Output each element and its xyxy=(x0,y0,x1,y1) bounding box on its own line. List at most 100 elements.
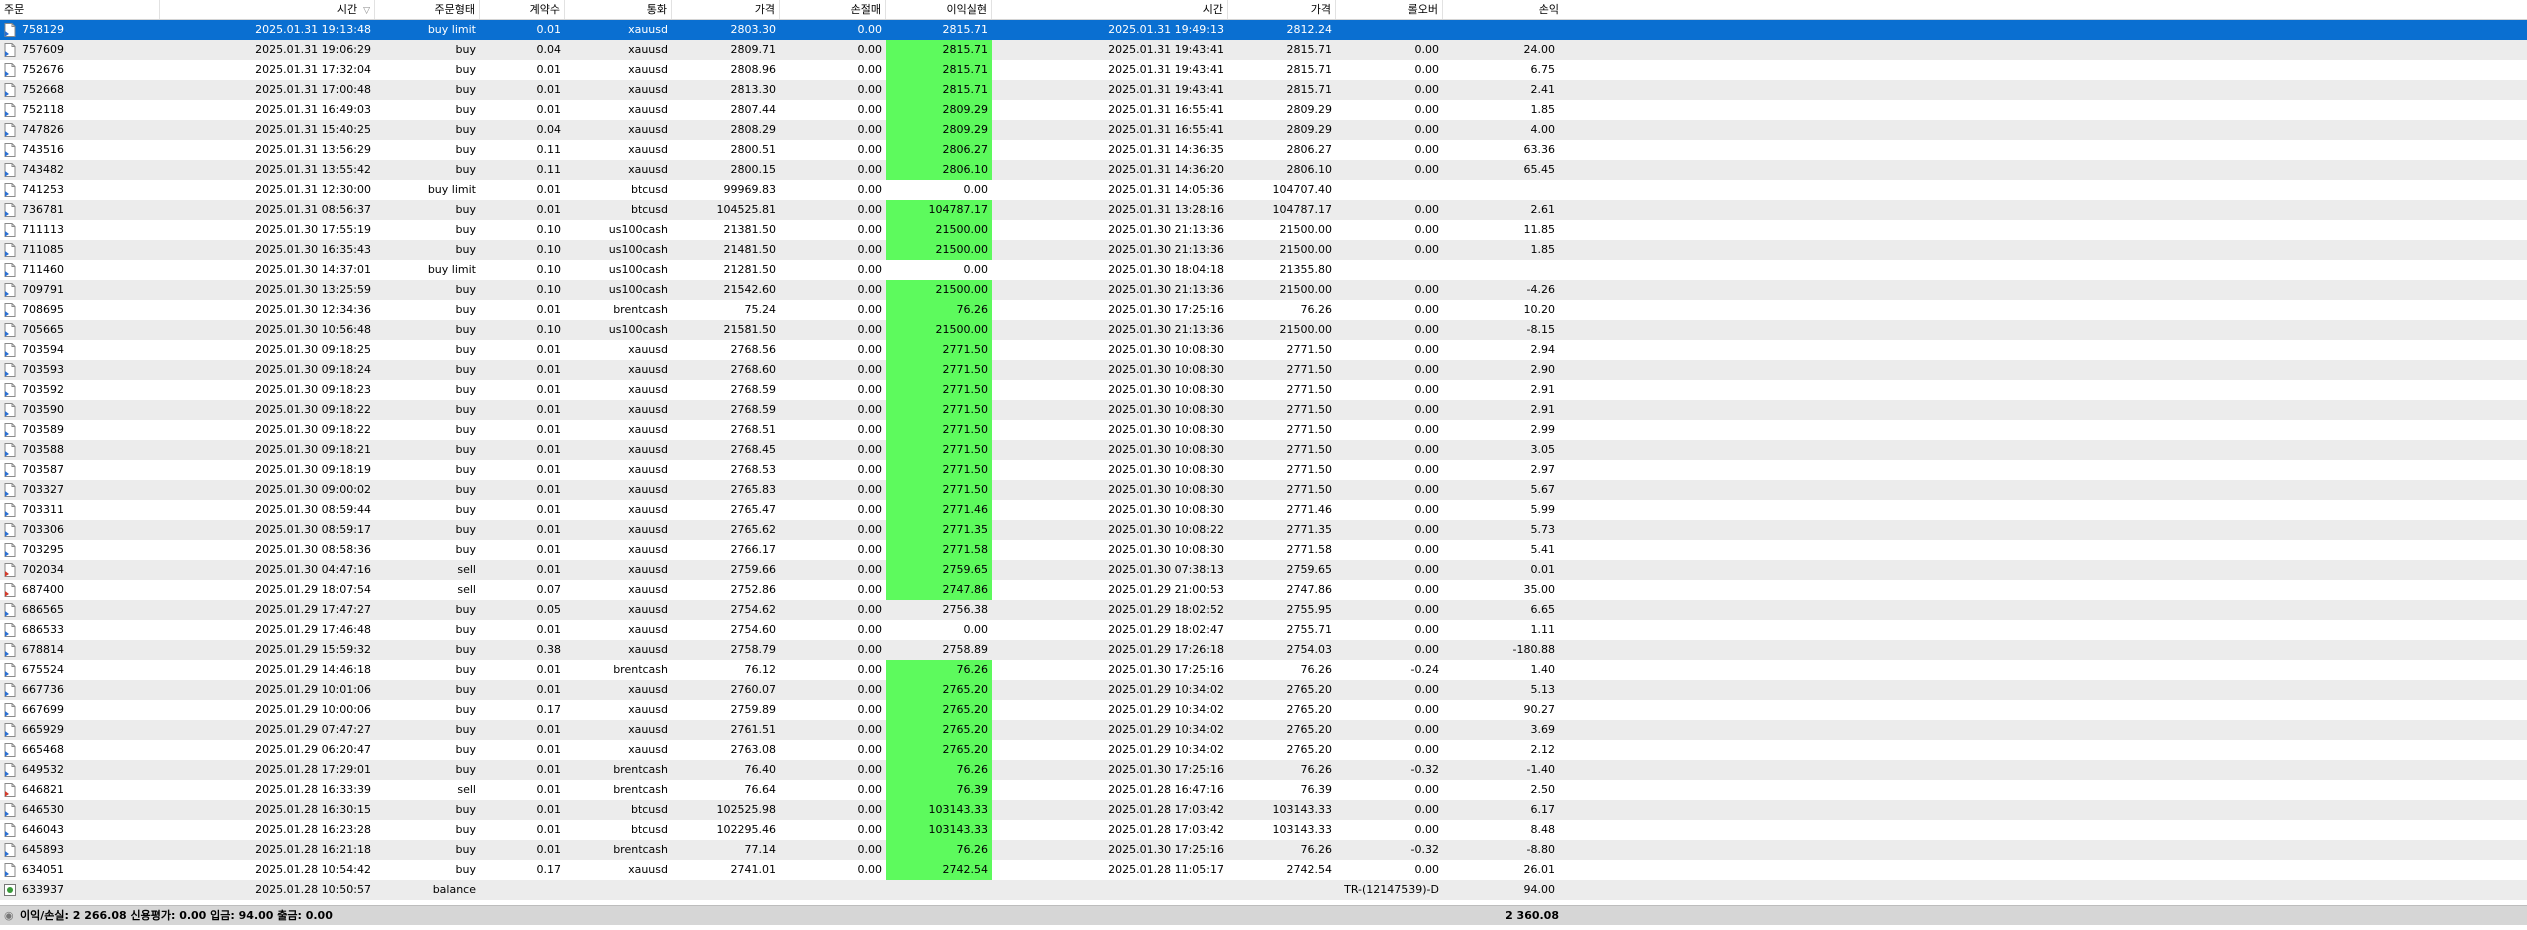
swap-cell: 0.00 xyxy=(1414,603,1440,616)
price-cell: 2768.45 xyxy=(730,443,777,456)
table-row[interactable]: 703295 2025.01.30 08:58:36 buy 0.01 xauusd 27… xyxy=(0,540,2527,560)
symbol-cell: xauusd xyxy=(628,103,668,116)
col-header-volume[interactable]: 계약수 xyxy=(480,0,565,19)
sl-cell: 0.00 xyxy=(857,83,883,96)
table-row[interactable]: 703593 2025.01.30 09:18:24 buy 0.01 xauusd 27… xyxy=(0,360,2527,380)
price-cell: 2768.51 xyxy=(730,423,777,436)
col-header-profit[interactable]: 손익 xyxy=(1443,0,1563,19)
table-row[interactable]: 736781 2025.01.31 08:56:37 buy 0.01 btcusd 10… xyxy=(0,200,2527,220)
sl-cell: 0.00 xyxy=(857,103,883,116)
table-row[interactable]: 711460 2025.01.30 14:37:01 buy limit 0.10 us… xyxy=(0,260,2527,280)
table-row[interactable]: 743516 2025.01.31 13:56:29 buy 0.11 xauusd 28… xyxy=(0,140,2527,160)
swap-cell: 0.00 xyxy=(1414,43,1440,56)
col-header-price[interactable]: 가격 xyxy=(672,0,780,19)
table-row[interactable]: 703587 2025.01.30 09:18:19 buy 0.01 xauusd 27… xyxy=(0,460,2527,480)
table-row[interactable]: 752676 2025.01.31 17:32:04 buy 0.01 xauusd 28… xyxy=(0,60,2527,80)
buy-order-icon xyxy=(4,123,16,137)
close-price-cell: 2771.50 xyxy=(1286,463,1333,476)
table-row[interactable]: 687400 2025.01.29 18:07:54 sell 0.07 xauusd 2… xyxy=(0,580,2527,600)
table-row[interactable]: 747826 2025.01.31 15:40:25 buy 0.04 xauusd 28… xyxy=(0,120,2527,140)
sl-cell: 0.00 xyxy=(857,703,883,716)
close-time-cell: 2025.01.30 10:08:30 xyxy=(1108,363,1224,376)
close-price-cell: 2771.50 xyxy=(1286,403,1333,416)
table-row[interactable]: 711113 2025.01.30 17:55:19 buy 0.10 us100cas… xyxy=(0,220,2527,240)
table-row[interactable]: 757609 2025.01.31 19:06:29 buy 0.04 xauusd 28… xyxy=(0,40,2527,60)
symbol-cell: xauusd xyxy=(628,723,668,736)
table-row[interactable]: 703327 2025.01.30 09:00:02 buy 0.01 xauusd 27… xyxy=(0,480,2527,500)
profit-cell: 24.00 xyxy=(1523,43,1556,56)
table-row[interactable]: 645893 2025.01.28 16:21:18 buy 0.01 brentcas… xyxy=(0,840,2527,860)
table-row[interactable]: 633937 2025.01.28 10:50:57 balance TR-(1214… xyxy=(0,880,2527,900)
close-time-cell: 2025.01.30 21:13:36 xyxy=(1108,243,1224,256)
sl-cell: 0.00 xyxy=(857,543,883,556)
table-row[interactable]: 634051 2025.01.28 10:54:42 buy 0.17 xauusd 27… xyxy=(0,860,2527,880)
table-row[interactable]: 758129 2025.01.31 19:13:48 buy limit 0.01 xa… xyxy=(0,20,2527,40)
col-header-close-time[interactable]: 시간 xyxy=(992,0,1228,19)
table-row[interactable]: 703588 2025.01.30 09:18:21 buy 0.01 xauusd 27… xyxy=(0,440,2527,460)
profit-cell xyxy=(1443,20,1559,40)
col-header-type[interactable]: 주문형태 xyxy=(375,0,480,19)
close-time-cell: 2025.01.30 07:38:13 xyxy=(1108,563,1224,576)
type-cell: buy xyxy=(455,343,476,356)
table-row[interactable]: 675524 2025.01.29 14:46:18 buy 0.01 brentcas… xyxy=(0,660,2527,680)
table-row[interactable]: 702034 2025.01.30 04:47:16 sell 0.01 xauusd 2… xyxy=(0,560,2527,580)
table-row[interactable]: 711085 2025.01.30 16:35:43 buy 0.10 us100cas… xyxy=(0,240,2527,260)
col-header-sl[interactable]: 손절매 xyxy=(780,0,886,19)
col-header-symbol[interactable]: 통화 xyxy=(565,0,672,19)
table-row[interactable]: 752118 2025.01.31 16:49:03 buy 0.01 xauusd 28… xyxy=(0,100,2527,120)
col-header-swap[interactable]: 롤오버 xyxy=(1336,0,1443,19)
close-price-cell: 2765.20 xyxy=(1286,743,1333,756)
sl-cell: 0.00 xyxy=(857,443,883,456)
col-header-close-price[interactable]: 가격 xyxy=(1228,0,1336,19)
table-row[interactable]: 665929 2025.01.29 07:47:27 buy 0.01 xauusd 27… xyxy=(0,720,2527,740)
table-row[interactable]: 649532 2025.01.28 17:29:01 buy 0.01 brentcas… xyxy=(0,760,2527,780)
buy-order-icon xyxy=(4,763,16,777)
tp-cell: 2771.46 xyxy=(886,500,992,520)
close-time-cell: 2025.01.28 17:03:42 xyxy=(1108,823,1224,836)
price-cell: 76.40 xyxy=(744,763,777,776)
table-row[interactable]: 708695 2025.01.30 12:34:36 buy 0.01 brentcas… xyxy=(0,300,2527,320)
table-row[interactable]: 705665 2025.01.30 10:56:48 buy 0.10 us100cas… xyxy=(0,320,2527,340)
close-time-cell: 2025.01.30 17:25:16 xyxy=(1108,303,1224,316)
header-price-label: 가격 xyxy=(754,3,775,16)
time-cell: 2025.01.31 16:49:03 xyxy=(255,103,371,116)
table-row[interactable]: 646821 2025.01.28 16:33:39 sell 0.01 brentca… xyxy=(0,780,2527,800)
swap-cell: 0.00 xyxy=(1414,223,1440,236)
col-header-time[interactable]: 시간 ▽ xyxy=(160,0,375,19)
table-row[interactable]: 665468 2025.01.29 06:20:47 buy 0.01 xauusd 27… xyxy=(0,740,2527,760)
close-price-cell: 76.26 xyxy=(1300,763,1333,776)
table-row[interactable]: 646043 2025.01.28 16:23:28 buy 0.01 btcusd 10… xyxy=(0,820,2527,840)
table-row[interactable]: 743482 2025.01.31 13:55:42 buy 0.11 xauusd 28… xyxy=(0,160,2527,180)
volume-cell: 0.01 xyxy=(536,663,562,676)
table-row[interactable]: 646530 2025.01.28 16:30:15 buy 0.01 btcusd 10… xyxy=(0,800,2527,820)
table-row[interactable]: 703592 2025.01.30 09:18:23 buy 0.01 xauusd 27… xyxy=(0,380,2527,400)
table-row[interactable]: 686565 2025.01.29 17:47:27 buy 0.05 xauusd 27… xyxy=(0,600,2527,620)
buy-order-icon xyxy=(4,823,16,837)
type-cell: buy xyxy=(455,603,476,616)
profit-cell: 26.01 xyxy=(1523,863,1556,876)
order-id-cell: 708695 xyxy=(22,303,64,316)
swap-cell xyxy=(1336,180,1443,200)
table-row[interactable]: 667699 2025.01.29 10:00:06 buy 0.17 xauusd 27… xyxy=(0,700,2527,720)
price-cell: 2759.89 xyxy=(730,703,777,716)
table-row[interactable]: 703589 2025.01.30 09:18:22 buy 0.01 xauusd 27… xyxy=(0,420,2527,440)
table-row[interactable]: 752668 2025.01.31 17:00:48 buy 0.01 xauusd 28… xyxy=(0,80,2527,100)
table-row[interactable]: 741253 2025.01.31 12:30:00 buy limit 0.01 bt… xyxy=(0,180,2527,200)
close-price-cell: 104707.40 xyxy=(1272,183,1333,196)
volume-cell: 0.01 xyxy=(536,823,562,836)
table-row[interactable]: 667736 2025.01.29 10:01:06 buy 0.01 xauusd 27… xyxy=(0,680,2527,700)
table-row[interactable]: 703311 2025.01.30 08:59:44 buy 0.01 xauusd 27… xyxy=(0,500,2527,520)
order-id-cell: 703327 xyxy=(22,483,64,496)
col-header-tp[interactable]: 이익실현 xyxy=(886,0,992,19)
table-row[interactable]: 703306 2025.01.30 08:59:17 buy 0.01 xauusd 27… xyxy=(0,520,2527,540)
sl-cell: 0.00 xyxy=(857,823,883,836)
table-row[interactable]: 703590 2025.01.30 09:18:22 buy 0.01 xauusd 27… xyxy=(0,400,2527,420)
buy-order-icon xyxy=(4,663,16,677)
col-header-order[interactable]: 주문 xyxy=(0,0,160,19)
table-row[interactable]: 709791 2025.01.30 13:25:59 buy 0.10 us100cas… xyxy=(0,280,2527,300)
table-row[interactable]: 678814 2025.01.29 15:59:32 buy 0.38 xauusd 27… xyxy=(0,640,2527,660)
volume-cell: 0.01 xyxy=(536,503,562,516)
time-cell: 2025.01.30 09:18:22 xyxy=(255,403,371,416)
table-row[interactable]: 703594 2025.01.30 09:18:25 buy 0.01 xauusd 27… xyxy=(0,340,2527,360)
table-row[interactable]: 686533 2025.01.29 17:46:48 buy 0.01 xauusd 27… xyxy=(0,620,2527,640)
